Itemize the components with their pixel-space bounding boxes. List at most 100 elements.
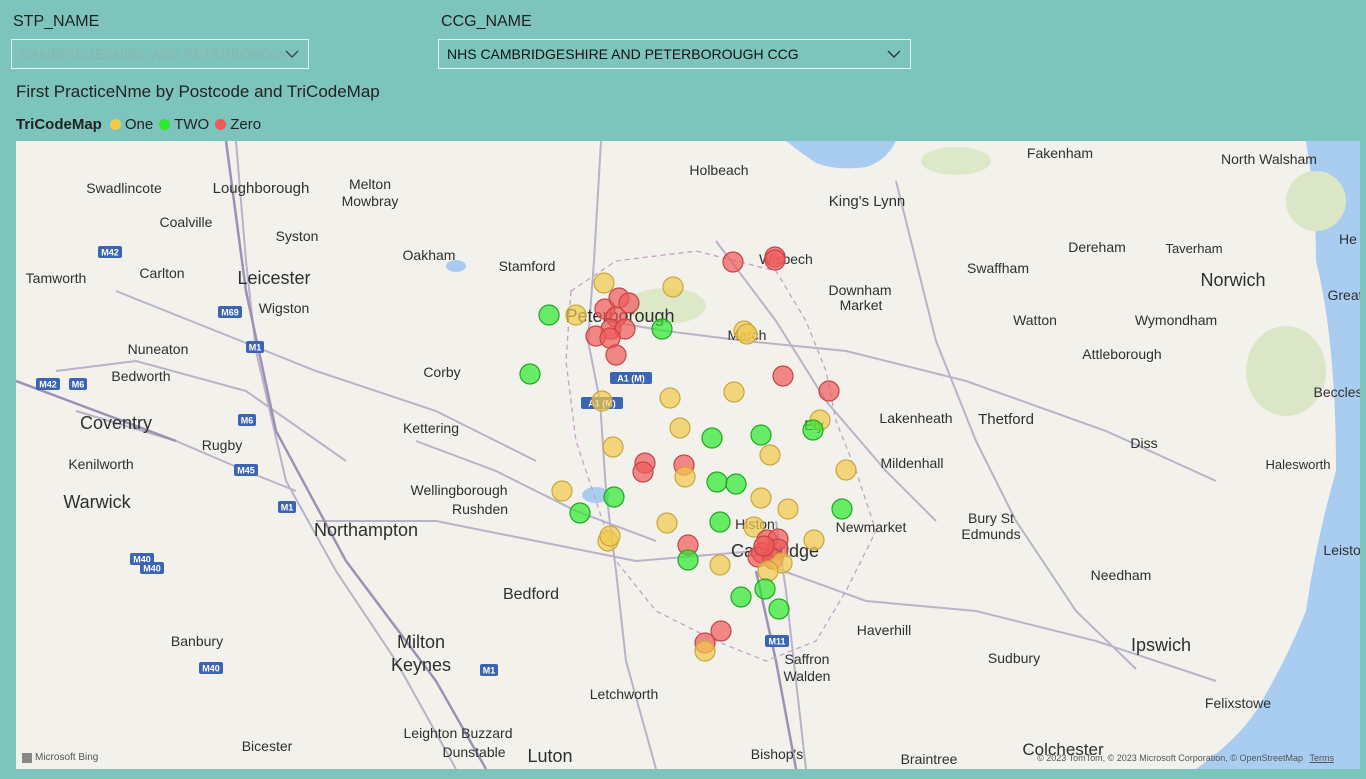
- place-label: Warwick: [63, 492, 131, 512]
- bing-attribution: Microsoft Bing: [22, 752, 98, 763]
- park-area: [1286, 171, 1346, 231]
- practice-marker[interactable]: [519, 363, 541, 385]
- place-label: Downham: [828, 282, 891, 298]
- place-label: Luton: [527, 746, 572, 766]
- practice-marker[interactable]: [835, 459, 857, 481]
- place-label: Beccles: [1313, 384, 1360, 400]
- place-label: North Walsham: [1221, 151, 1317, 167]
- svg-text:M6: M6: [72, 380, 85, 390]
- place-label: He: [1339, 231, 1357, 247]
- place-label: Bicester: [242, 738, 293, 754]
- practice-marker[interactable]: [677, 549, 699, 571]
- practice-marker[interactable]: [709, 554, 731, 576]
- practice-marker[interactable]: [701, 427, 723, 449]
- road-shield: M6: [238, 414, 256, 426]
- practice-marker[interactable]: [694, 640, 716, 662]
- place-label: Swaffham: [967, 260, 1029, 276]
- practice-marker[interactable]: [730, 586, 752, 608]
- svg-text:M6: M6: [241, 416, 254, 426]
- road-shield: M1: [246, 341, 264, 353]
- place-label: Sudbury: [988, 650, 1040, 666]
- place-label: Rugby: [202, 437, 242, 453]
- park-area: [1246, 326, 1326, 416]
- practice-marker[interactable]: [759, 444, 781, 466]
- legend-dot-icon: [109, 119, 121, 130]
- practice-marker[interactable]: [831, 498, 853, 520]
- place-label: Bedford: [503, 586, 559, 603]
- ccg-dropdown[interactable]: NHS CAMBRIDGESHIRE AND PETERBOROUGH CCG: [438, 39, 911, 69]
- practice-marker[interactable]: [593, 272, 615, 294]
- practice-marker[interactable]: [674, 466, 696, 488]
- practice-marker[interactable]: [551, 480, 573, 502]
- svg-text:M40: M40: [202, 664, 220, 674]
- place-label: Wymondham: [1135, 312, 1217, 328]
- place-label: Newmarket: [836, 519, 907, 535]
- practice-marker[interactable]: [591, 390, 613, 412]
- legend-label-zero: Zero: [230, 116, 262, 133]
- practice-marker[interactable]: [669, 417, 691, 439]
- terms-link[interactable]: Terms: [1310, 753, 1335, 763]
- practice-marker[interactable]: [603, 486, 625, 508]
- practice-marker[interactable]: [722, 251, 744, 273]
- stp-dropdown[interactable]: CAMBRIDGESHIRE AND PETERBOROUG...: [11, 39, 309, 69]
- road-shield: M42: [36, 378, 60, 390]
- practice-marker[interactable]: [750, 487, 772, 509]
- svg-text:A1 (M): A1 (M): [617, 374, 645, 384]
- practice-marker[interactable]: [725, 473, 747, 495]
- svg-text:M1: M1: [281, 503, 294, 513]
- practice-marker[interactable]: [772, 365, 794, 387]
- practice-marker[interactable]: [662, 276, 684, 298]
- svg-text:M1: M1: [249, 343, 262, 353]
- place-label: Thetford: [978, 411, 1034, 428]
- place-label: Market: [840, 297, 883, 313]
- road-shield: M69: [218, 306, 242, 318]
- practice-marker[interactable]: [768, 598, 790, 620]
- bing-attribution-text: Microsoft Bing: [35, 752, 99, 763]
- practice-marker[interactable]: [753, 535, 775, 557]
- practice-marker[interactable]: [656, 512, 678, 534]
- practice-marker[interactable]: [605, 344, 627, 366]
- practice-marker[interactable]: [818, 380, 840, 402]
- park-area: [921, 147, 991, 175]
- practice-marker[interactable]: [651, 318, 673, 340]
- practice-marker[interactable]: [706, 471, 728, 493]
- practice-marker[interactable]: [602, 436, 624, 458]
- practice-marker[interactable]: [736, 323, 758, 345]
- place-label: Banbury: [171, 633, 223, 649]
- place-label: Ipswich: [1131, 635, 1191, 655]
- practice-marker[interactable]: [803, 529, 825, 551]
- practice-marker[interactable]: [709, 511, 731, 533]
- legend-item-two[interactable]: TWO: [159, 116, 209, 133]
- place-label: Kettering: [403, 420, 459, 436]
- practice-marker[interactable]: [632, 461, 654, 483]
- legend-item-zero[interactable]: Zero: [215, 116, 261, 133]
- practice-marker[interactable]: [757, 560, 779, 582]
- practice-marker[interactable]: [659, 387, 681, 409]
- chevron-down-icon: [886, 46, 902, 62]
- place-label: Coventry: [80, 413, 152, 433]
- stp-slicer-label: STP_NAME: [13, 13, 100, 30]
- practice-marker[interactable]: [538, 304, 560, 326]
- practice-marker[interactable]: [777, 498, 799, 520]
- practice-marker[interactable]: [723, 381, 745, 403]
- practice-marker[interactable]: [565, 304, 587, 326]
- place-label: Dereham: [1068, 239, 1126, 255]
- practice-marker[interactable]: [802, 419, 824, 441]
- practice-marker[interactable]: [569, 502, 591, 524]
- practice-marker[interactable]: [764, 249, 786, 271]
- place-label: Tamworth: [26, 270, 87, 286]
- svg-text:M11: M11: [768, 637, 785, 647]
- legend-dot-icon: [215, 119, 227, 130]
- map-canvas[interactable]: M42 M69 M1 M6 M45 M40 A1 (M) M11 M42 M6 M1 M1 M40 M40…: [16, 141, 1360, 769]
- place-label: Bury St: [968, 510, 1014, 526]
- road-shield: A1 (M): [610, 372, 652, 384]
- place-label: Taverham: [1165, 241, 1222, 256]
- place-label: King's Lynn: [829, 193, 906, 210]
- road-shield: M11: [765, 635, 789, 647]
- place-label: Leighton Buzzard: [404, 725, 513, 741]
- practice-marker[interactable]: [754, 578, 776, 600]
- practice-marker[interactable]: [599, 525, 621, 547]
- legend-item-one[interactable]: One: [109, 116, 153, 133]
- practice-marker[interactable]: [750, 424, 772, 446]
- place-label: Loughborough: [213, 180, 310, 197]
